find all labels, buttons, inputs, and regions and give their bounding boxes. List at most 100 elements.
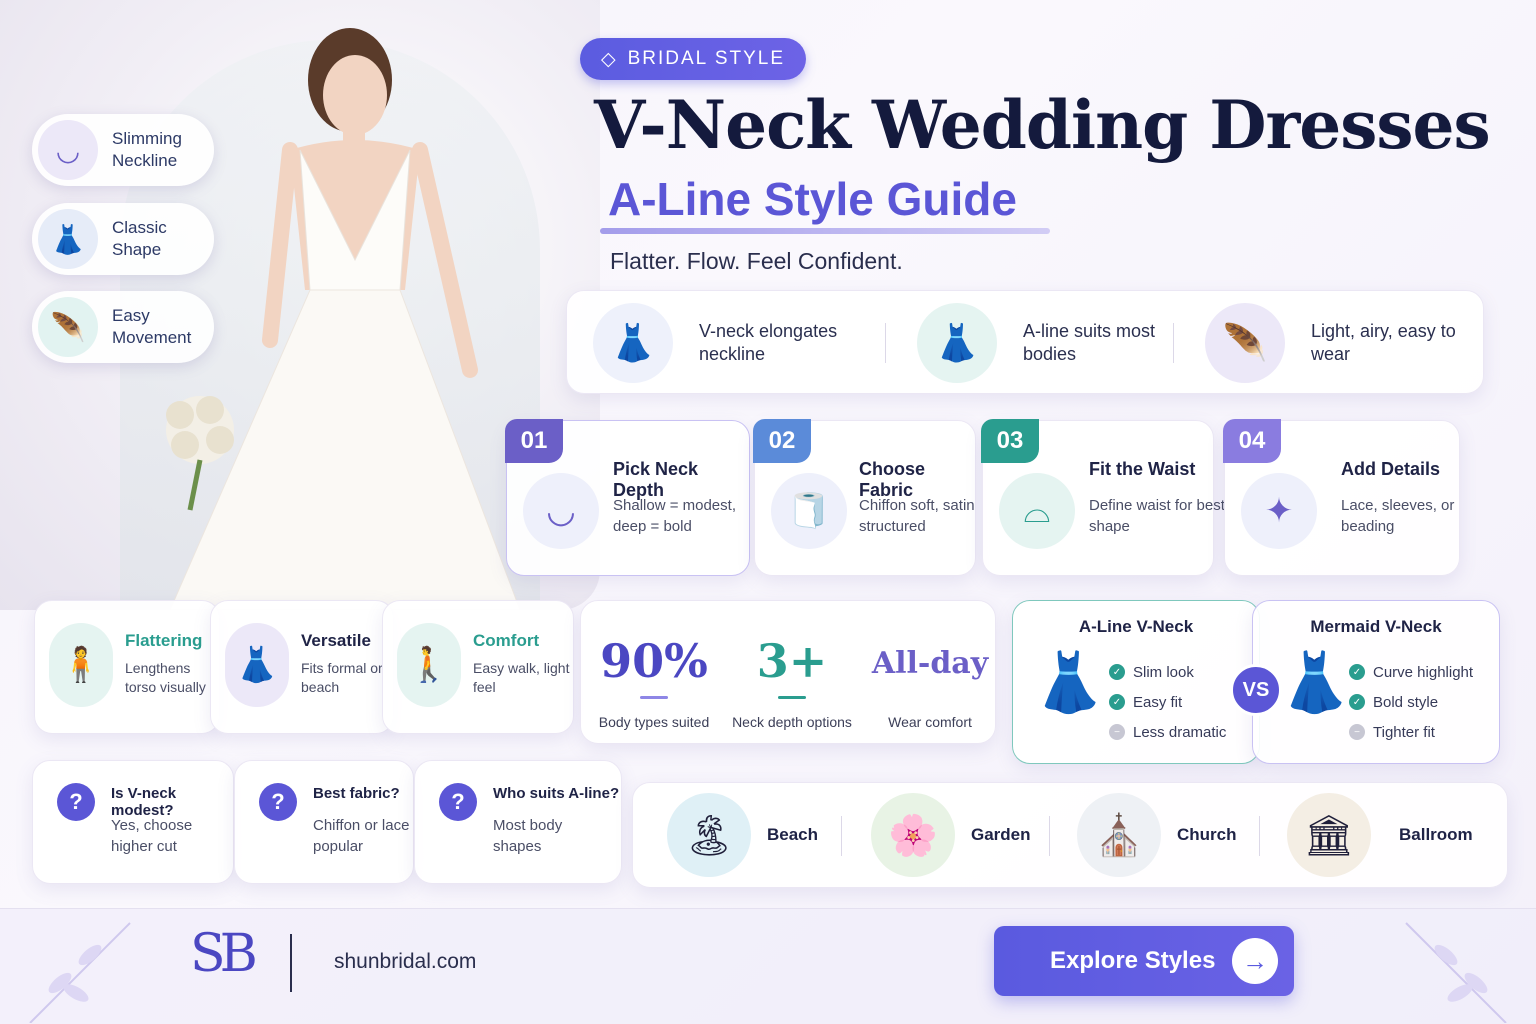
faq-answer: Most body shapes: [493, 817, 563, 855]
explore-styles-button[interactable]: Explore Styles →: [994, 926, 1294, 996]
compare-mermaid-card: Mermaid V-Neck 👗 ✓ Curve highlight ✓ Bold …: [1252, 600, 1500, 764]
faq-card: ? Best fabric? Chiffon or lace popular: [234, 760, 414, 884]
pill-easy-movement: 🪶 Easy Movement: [32, 291, 214, 363]
brand-logo: SB: [190, 924, 258, 984]
minus-icon: −: [1349, 724, 1365, 740]
pill-label: Slimming Neckline: [112, 129, 182, 170]
feature-label: A-line suits most bodies: [1023, 321, 1156, 364]
step-card-03: 03 ⌓ Fit the Waist Define waist for best…: [981, 419, 1225, 576]
feature-label: V-neck elongates neckline: [699, 321, 838, 364]
compare-item: − Tighter fit: [1349, 717, 1473, 747]
compare-list: ✓ Slim look ✓ Easy fit − Less dramatic: [1109, 657, 1226, 747]
venue-item: ⛪ Church: [1077, 793, 1237, 877]
divider: [1259, 816, 1260, 856]
stat-label: Body types suited: [598, 714, 710, 730]
beach-icon: 🏝: [667, 793, 751, 877]
compare-aline-card: A-Line V-Neck 👗 ✓ Slim look ✓ Easy fit − Le…: [1012, 600, 1260, 764]
step-title: Add Details: [1341, 459, 1441, 479]
step-card-02: 02 🧻 Choose Fabric Chiffon soft, satin s…: [753, 419, 976, 576]
stat-value: All-day: [871, 646, 989, 681]
step-number: 02: [753, 419, 811, 463]
compare-item: − Less dramatic: [1109, 717, 1226, 747]
divider: [885, 323, 886, 363]
footer-divider: [290, 934, 292, 992]
compare-title: Mermaid V-Neck: [1310, 617, 1442, 636]
feature-label: Light, airy, easy to wear: [1311, 321, 1456, 364]
question-icon: ?: [439, 783, 477, 821]
compare-item: ✓ Curve highlight: [1349, 657, 1473, 687]
step-title: Fit the Waist: [1089, 459, 1196, 479]
subtitle-underline: [600, 228, 1050, 234]
stat-value: 3+: [756, 634, 828, 688]
leaf-decoration-icon: [1405, 922, 1507, 1023]
check-icon: ✓: [1109, 694, 1125, 710]
step-card-04: 04 ✦ Add Details Lace, sleeves, or beadi…: [1223, 419, 1460, 576]
stat-item: 90% Body types suited: [586, 610, 722, 740]
venue-label: Garden: [971, 825, 1031, 844]
feather-icon: 🪶: [38, 297, 98, 357]
dress-outline-icon: 👗: [593, 303, 673, 383]
faq-question: Who suits A-line?: [493, 785, 620, 802]
question-icon: ?: [259, 783, 297, 821]
pill-slimming-neckline: ◡ Slimming Neckline: [32, 114, 214, 186]
compare-item: ✓ Slim look: [1109, 657, 1226, 687]
compare-item: ✓ Easy fit: [1109, 687, 1226, 717]
divider: [1173, 323, 1174, 363]
fabric-roll-icon: 🧻: [771, 473, 847, 549]
arrow-right-icon: →: [1232, 938, 1278, 984]
step-text: Chiffon soft, satin structured: [859, 497, 975, 535]
step-number: 03: [981, 419, 1039, 463]
check-icon: ✓: [1349, 664, 1365, 680]
badge-label: BRIDAL STYLE: [627, 48, 786, 69]
bridal-style-badge: ◇ BRIDAL STYLE: [580, 38, 806, 80]
minus-icon: −: [1109, 724, 1125, 740]
item-text: Bold style: [1373, 693, 1439, 711]
faq-question: Is V-neck modest?: [111, 785, 177, 819]
compare-title: A-Line V-Neck: [1078, 617, 1194, 636]
benefit-title: Versatile: [301, 631, 371, 650]
neckline-icon: ◡: [523, 473, 599, 549]
dress-icon: 👗: [38, 209, 98, 269]
item-text: Tighter fit: [1373, 723, 1435, 741]
step-text: Lace, sleeves, or beading: [1341, 497, 1455, 535]
step-card-01: 01 ◡ Pick Neck Depth Shallow = modest, d…: [505, 419, 750, 576]
features-card: 👗 V-neck elongates neckline 👗 A-line sui…: [566, 290, 1484, 394]
site-url[interactable]: shunbridal.com: [334, 950, 476, 974]
faq-answer: Chiffon or lace popular: [313, 817, 410, 855]
pill-classic-shape: 👗 Classic Shape: [32, 203, 214, 275]
sparkle-icon: ✦: [1241, 473, 1317, 549]
item-text: Less dramatic: [1133, 723, 1227, 741]
item-text: Easy fit: [1133, 693, 1183, 711]
feature-item: 👗 V-neck elongates neckline: [593, 303, 859, 383]
benefit-title: Flattering: [125, 631, 203, 650]
benefit-title: Comfort: [473, 631, 540, 650]
walking-icon: 🚶: [397, 623, 461, 707]
benefit-text: Easy walk, light feel: [473, 660, 570, 695]
vs-badge: VS: [1230, 664, 1282, 716]
aline-dress-icon: 👗: [917, 303, 997, 383]
stat-underline: [640, 696, 668, 699]
stat-item: 3+ Neck depth options: [724, 610, 860, 740]
feature-item: 👗 A-line suits most bodies: [917, 303, 1183, 383]
feature-item: 🪶 Light, airy, easy to wear: [1205, 303, 1471, 383]
pill-label: Classic Shape: [112, 218, 167, 259]
pill-label: Easy Movement: [112, 306, 192, 347]
compare-list: ✓ Curve highlight ✓ Bold style − Tighter fi…: [1349, 657, 1473, 747]
waist-icon: ⌓: [999, 473, 1075, 549]
compare-item: ✓ Bold style: [1349, 687, 1473, 717]
leaf-decoration-icon: [29, 922, 131, 1023]
venue-item: 🌸 Garden: [871, 793, 1031, 877]
silhouette-icon: 🧍: [49, 623, 113, 707]
hanger-dress-icon: 👗: [225, 623, 289, 707]
step-text: Define waist for best shape: [1089, 497, 1225, 535]
stat-underline: [778, 696, 806, 699]
garden-arch-icon: 🌸: [871, 793, 955, 877]
page-title: V-Neck Wedding Dresses: [594, 86, 1491, 164]
faq-answer: Yes, choose higher cut: [111, 817, 193, 855]
benefit-card: 👗 Versatile Fits formal or beach: [210, 600, 394, 734]
venues-card: 🏝 Beach 🌸 Garden ⛪ Church 🏛 Ballroom: [632, 782, 1508, 888]
venue-label: Church: [1177, 825, 1237, 844]
neckline-icon: ◡: [38, 120, 98, 180]
feather-icon: 🪶: [1205, 303, 1285, 383]
tagline: Flatter. Flow. Feel Confident.: [610, 248, 903, 274]
